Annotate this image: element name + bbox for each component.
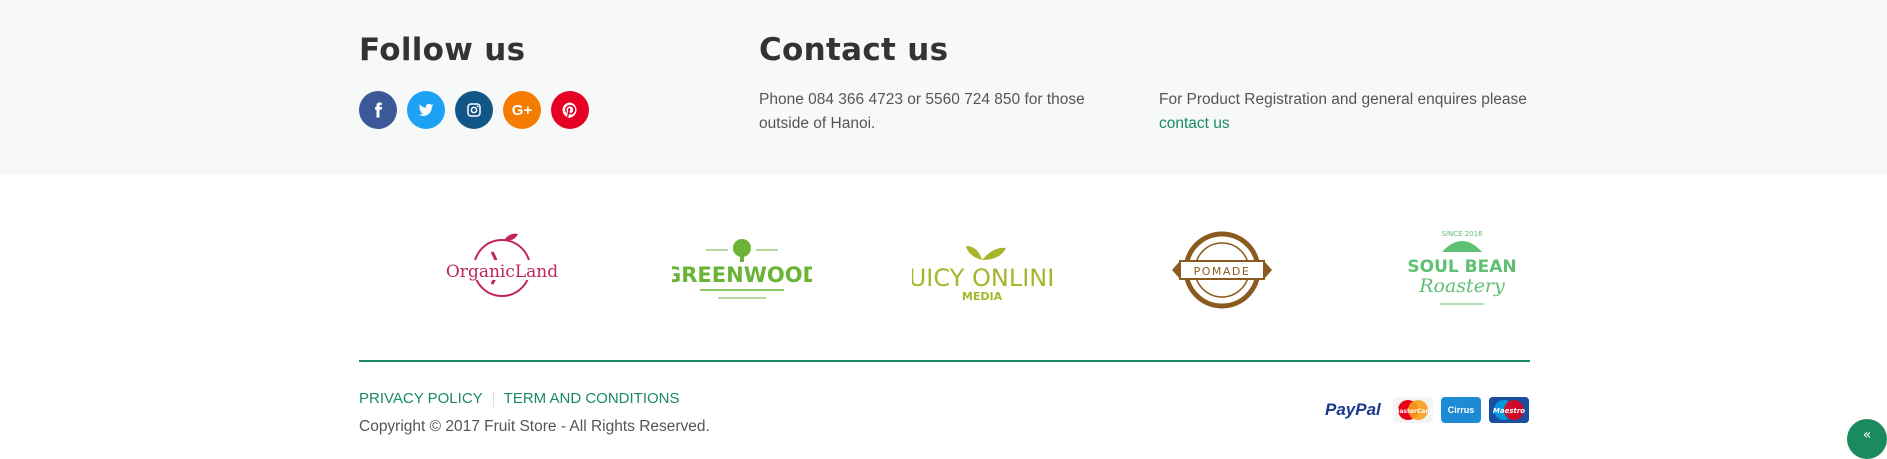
brand-text-soul-bean: SOUL BEAN (1407, 257, 1516, 277)
brand-logo-greenwood[interactable]: GREENWOOD (664, 220, 820, 320)
paypal-icon: PayPal (1325, 400, 1381, 419)
link-separator (492, 390, 494, 407)
brand-logos: OrganicLand GREENWOOD JUICY ONLINE MEDIA (0, 220, 1887, 320)
payment-methods: PayPal MasterCard Cirrus Maestro (1325, 397, 1529, 423)
registration-text: For Product Registration and general enq… (1159, 91, 1527, 108)
svg-text:Roastery: Roastery (1418, 275, 1505, 297)
brand-text-pomade: POMADE (1194, 265, 1251, 278)
phone-text: Phone 084 366 4723 or 5560 724 850 for t… (759, 91, 1085, 132)
social-icons: G+ (359, 91, 589, 129)
brand-logo-organicland[interactable]: OrganicLand (432, 220, 572, 320)
svg-text:Maestro: Maestro (1493, 407, 1525, 415)
google-plus-icon[interactable]: G+ (503, 91, 541, 129)
mastercard-icon: MasterCard (1393, 397, 1433, 423)
registration-block: For Product Registration and general enq… (1159, 88, 1539, 136)
pinterest-icon[interactable] (551, 91, 589, 129)
instagram-icon[interactable] (455, 91, 493, 129)
facebook-icon[interactable] (359, 91, 397, 129)
terms-link[interactable]: TERM AND CONDITIONS (504, 390, 680, 407)
maestro-icon: Maestro (1489, 397, 1529, 423)
twitter-icon[interactable] (407, 91, 445, 129)
brand-logo-soul-bean[interactable]: SINCE 2016 SOUL BEAN Roastery (1392, 220, 1532, 320)
follow-contact-section: Follow us G+ Contact us Phone 084 366 47… (0, 0, 1887, 175)
brand-text-juicy: JUICY ONLINE (912, 264, 1052, 292)
contact-title: Contact us (759, 32, 949, 68)
brand-text-organicland: OrganicLand (446, 262, 558, 282)
brand-logo-pomade[interactable]: POMADE (1152, 220, 1292, 320)
footer-links: PRIVACY POLICY TERM AND CONDITIONS (359, 390, 680, 407)
copyright-text: Copyright © 2017 Fruit Store - All Right… (359, 418, 710, 435)
back-to-top-button[interactable]: « (1847, 419, 1887, 459)
brand-logo-juicy-online[interactable]: JUICY ONLINE MEDIA (900, 220, 1062, 320)
contact-us-link[interactable]: contact us (1159, 115, 1230, 132)
follow-title: Follow us (359, 32, 526, 68)
footer-divider (359, 360, 1530, 362)
svg-text:MEDIA: MEDIA (962, 290, 1003, 303)
brand-text-greenwood: GREENWOOD (672, 263, 812, 287)
cirrus-icon: Cirrus (1441, 397, 1481, 423)
privacy-policy-link[interactable]: PRIVACY POLICY (359, 390, 483, 407)
svg-text:SINCE 2016: SINCE 2016 (1441, 230, 1483, 238)
svg-text:MasterCard: MasterCard (1393, 408, 1432, 415)
